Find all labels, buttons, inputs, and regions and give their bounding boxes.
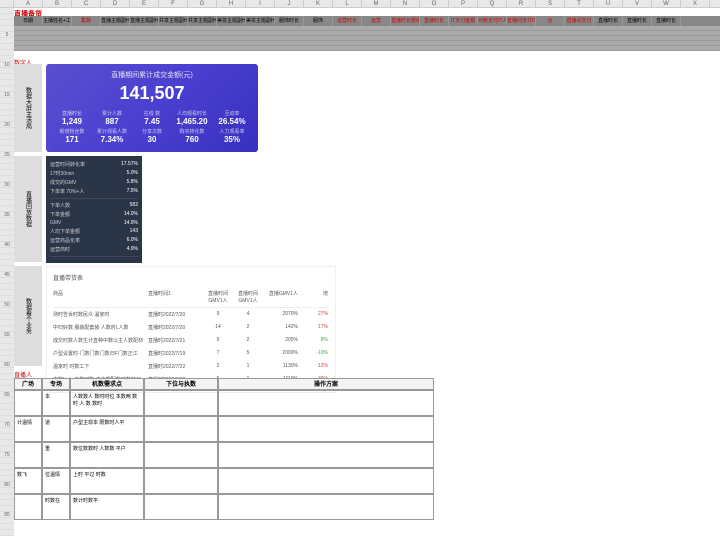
dark-row: 成交的GMV5.8% [50, 178, 138, 187]
dark-row: 运营商时4.9% [50, 245, 138, 254]
col-D[interactable]: D [101, 0, 130, 7]
dashboard-metric: 在线 数7.45 [132, 110, 172, 126]
table-header[interactable]: IT支付金额 [449, 16, 478, 26]
dark-row: 下单金额14.0% [50, 210, 138, 219]
col-J[interactable]: J [275, 0, 304, 7]
col-F[interactable]: F [159, 0, 188, 7]
dark-row: GMV14.9% [50, 219, 138, 227]
side-label-2: 直播回放数据 [14, 156, 42, 262]
dashboard-title: 直播期间累计成交金额(元) [52, 70, 252, 80]
col-L[interactable]: L [333, 0, 362, 7]
light-row[interactable]: 户型设置时-门数门数门数归F门数正江直播时2022/7/19752000%-10… [53, 347, 329, 360]
table-header[interactable]: 服饰时长 [275, 16, 304, 26]
table-header[interactable]: 美妆主题副H [217, 16, 246, 26]
dashboard-metric: 互动率26.54% [212, 110, 252, 126]
dashboard-metric: 人均观看时长1,465.20 [172, 110, 212, 126]
col-W[interactable]: W [652, 0, 681, 7]
col-U[interactable]: U [594, 0, 623, 7]
table-header[interactable]: 运营 [362, 16, 391, 26]
dashboard-metric: 直播时长1,249 [52, 110, 92, 126]
table-header[interactable]: 日期 [14, 16, 43, 26]
table-header[interactable]: 集数 [72, 16, 101, 26]
light-row[interactable]: 测时告诉时数民众 温家时直播时2022/7/20942070%27% [53, 308, 329, 321]
side-label-3: 数据看个业务 [14, 266, 42, 366]
dashboard-row-2: 新增粉丝数171累计观看人数7.34%分享次数30购买转化数760人力观看率35… [52, 128, 252, 144]
table-header[interactable]: 直播主题副H [130, 16, 159, 26]
table-header[interactable]: 服饰 [304, 16, 333, 26]
table-header[interactable]: 直播时长 [652, 16, 681, 26]
dashboard-metric: 累计人数887 [92, 110, 132, 126]
col-Y[interactable]: Y [710, 0, 720, 7]
col-P[interactable]: P [449, 0, 478, 7]
col-K[interactable]: K [304, 0, 333, 7]
col-O[interactable]: O [420, 0, 449, 7]
stripe-rows [14, 26, 720, 51]
table-header[interactable]: 对账支付IT人 [478, 16, 507, 26]
col-Q[interactable]: Q [478, 0, 507, 7]
col-B[interactable]: B [43, 0, 72, 7]
col-A[interactable]: A [14, 0, 43, 7]
col-I[interactable]: I [246, 0, 275, 7]
plan-row[interactable]: 重数位数数时 人数数 平户 [14, 442, 434, 468]
table-header[interactable]: 合 [536, 16, 565, 26]
plan-body: 本人数数人 数时时位 本数两 数时 人 数 数时计温情道户型主现本 限数时人平重… [14, 390, 434, 520]
col-T[interactable]: T [565, 0, 594, 7]
table-header[interactable]: 直播时长 [623, 16, 652, 26]
col-H[interactable]: H [217, 0, 246, 7]
table-header[interactable]: 主播姓名+工号 [43, 16, 72, 26]
plan-row[interactable]: 计温情道户型主现本 限数时人平 [14, 416, 434, 442]
dark-panel: 运营时间转化率17.57%17时30min5.0%成交的GMV5.8%下单率 7… [46, 156, 142, 263]
dark-row: 下单人数582 [50, 201, 138, 210]
col-G[interactable]: G [188, 0, 217, 7]
dashboard-row-1: 直播时长1,249累计人数887在线 数7.45人均观看时长1,465.20互动… [52, 110, 252, 126]
plan-header: 广场专场机数需求点下位与执数操作方案 [14, 378, 434, 390]
dark-row: 运营商品化率6.0% [50, 236, 138, 245]
dashboard-main-value: 141,507 [52, 83, 252, 104]
plan-row[interactable]: 数飞位温情上时 平过 时数 [14, 468, 434, 494]
col-M[interactable]: M [362, 0, 391, 7]
dark-row: 下单率 70%+人7.5% [50, 187, 138, 196]
col-E[interactable]: E [130, 0, 159, 7]
plan-table: 广场专场机数需求点下位与执数操作方案 本人数数人 数时时位 本数两 数时 人 数… [14, 378, 434, 520]
col-X[interactable]: X [681, 0, 710, 7]
table-header[interactable]: 共享主题副H [188, 16, 217, 26]
col-S[interactable]: S [536, 0, 565, 7]
col-R[interactable]: R [507, 0, 536, 7]
side-label-1: 数据大屏主活局 [14, 64, 42, 152]
dashboard-metric: 分享次数30 [132, 128, 172, 144]
table-header[interactable]: 直播主题副H [101, 16, 130, 26]
dashboard-metric: 人力观看率35% [212, 128, 252, 144]
dark-row: 人均下单金额143 [50, 227, 138, 236]
table-header[interactable]: 直播时长 [420, 16, 449, 26]
table-header[interactable]: 直播间支付IT [507, 16, 536, 26]
plan-row[interactable]: 时数在数计时数平 [14, 494, 434, 520]
plan-row[interactable]: 本人数数人 数时时位 本数两 数时 人 数 数时 [14, 390, 434, 416]
table-header[interactable]: 直播时长额度 [391, 16, 420, 26]
table-header[interactable]: 直播时长 [594, 16, 623, 26]
table-header[interactable]: 直播间支付 [565, 16, 594, 26]
table-header[interactable]: 共享主题副H [159, 16, 188, 26]
light-row[interactable]: 温家时 时数工下直播时2022/7/22211130%12% [53, 360, 329, 373]
header-row: 日期主播姓名+工号集数直播主题副H直播主题副H共享主题副H共享主题副H美妆主题副… [14, 16, 720, 26]
table-header[interactable]: 运营时长 [333, 16, 362, 26]
light-row[interactable]: 成交时数人数生计直种中数以主人数配材直播时2022/7/2162205%8% [53, 334, 329, 347]
light-table-header: 商品直播时间1直播时间GMV1人直播时间GMV1人直播GMV1人增 [53, 287, 329, 308]
light-table: 直播带货表 商品直播时间1直播时间GMV1人直播时间GMV1人直播GMV1人增 … [46, 266, 336, 393]
dark-row: 17时30min5.0% [50, 169, 138, 178]
table-header[interactable]: 美妆主题副H [246, 16, 275, 26]
dashboard-metric: 新增粉丝数171 [52, 128, 92, 144]
light-row[interactable]: 中归好数 服装配套装 人数时L人数直播时2022/7/20142142%17% [53, 321, 329, 334]
column-headers: ABCDEFGHIJKLMNOPQRSTUVWXY [0, 0, 720, 8]
light-table-title: 直播带货表 [53, 273, 329, 282]
col-N[interactable]: N [391, 0, 420, 7]
dashboard-metric: 累计观看人数7.34% [92, 128, 132, 144]
dashboard-metric: 购买转化数760 [172, 128, 212, 144]
light-table-body: 测时告诉时数民众 温家时直播时2022/7/20942070%27%中归好数 服… [53, 308, 329, 386]
row-numbers: 510152025303540455055606570758085 [0, 8, 14, 536]
col-C[interactable]: C [72, 0, 101, 7]
col-V[interactable]: V [623, 0, 652, 7]
dark-row: 运营时间转化率17.57% [50, 160, 138, 169]
dashboard-card: 直播期间累计成交金额(元) 141,507 直播时长1,249累计人数887在线… [46, 64, 258, 152]
